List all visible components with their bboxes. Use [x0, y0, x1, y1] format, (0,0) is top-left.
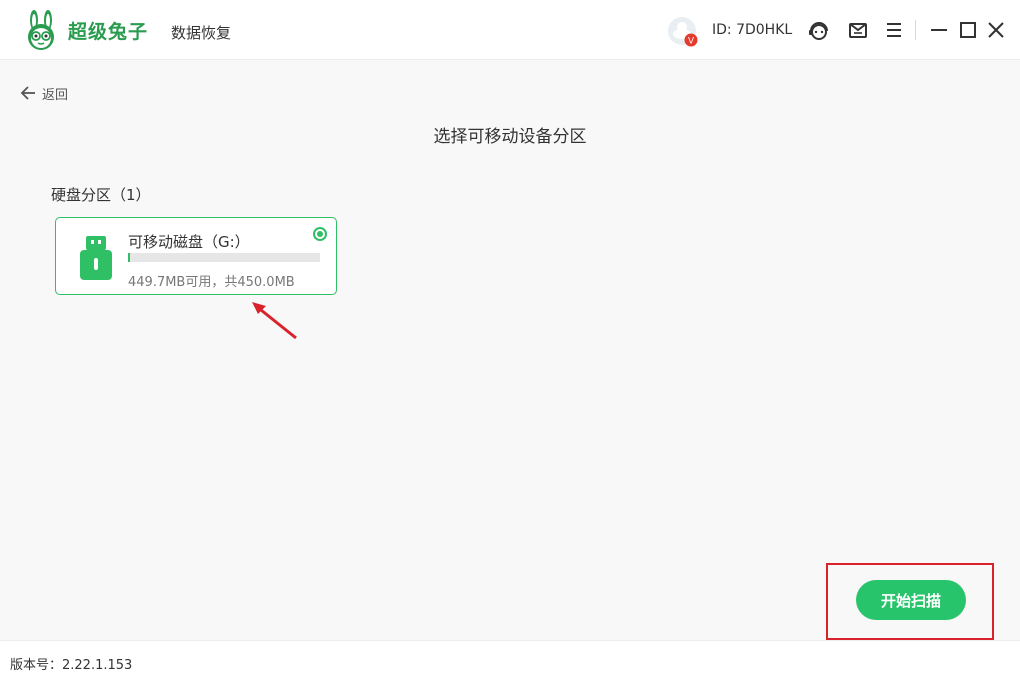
drive-usage-fill	[128, 253, 130, 262]
arrow-left-icon	[20, 86, 35, 100]
brand-name: 超级兔子	[68, 21, 149, 43]
annotation-arrow-icon	[252, 302, 297, 340]
vip-badge: V	[688, 36, 694, 46]
drive-size: 449.7MB可用，共450.0MB	[128, 275, 295, 290]
drive-card[interactable]: 可移动磁盘（G:） 449.7MB可用，共450.0MB	[55, 217, 337, 295]
customer-service-icon[interactable]	[808, 19, 830, 41]
back-label: 返回	[42, 87, 69, 103]
drive-name: 可移动磁盘（G:）	[128, 233, 250, 251]
usb-drive-icon	[80, 236, 112, 280]
version-text: 版本号：2.22.1.153	[10, 658, 133, 673]
footer: 版本号：2.22.1.153	[0, 640, 1020, 680]
message-icon[interactable]	[847, 19, 869, 41]
section-label: 硬盘分区（1）	[51, 186, 151, 204]
avatar[interactable]: V	[667, 16, 699, 48]
user-id: ID: 7D0HKL	[712, 22, 793, 38]
brand-subtitle: 数据恢复	[171, 24, 232, 42]
selected-radio-icon[interactable]	[313, 227, 327, 241]
back-button[interactable]: 返回	[20, 84, 69, 103]
title-bar: 超级兔子 数据恢复 V ID: 7D0HKL	[0, 0, 1020, 60]
minimize-icon[interactable]	[928, 19, 950, 41]
start-scan-button[interactable]: 开始扫描	[856, 580, 966, 620]
page-title: 选择可移动设备分区	[433, 127, 587, 147]
rabbit-logo-icon	[28, 10, 54, 50]
menu-icon[interactable]	[883, 19, 905, 41]
titlebar-separator	[915, 20, 916, 40]
close-icon[interactable]	[985, 19, 1007, 41]
drive-usage-bar	[128, 253, 320, 262]
maximize-icon[interactable]	[957, 19, 979, 41]
